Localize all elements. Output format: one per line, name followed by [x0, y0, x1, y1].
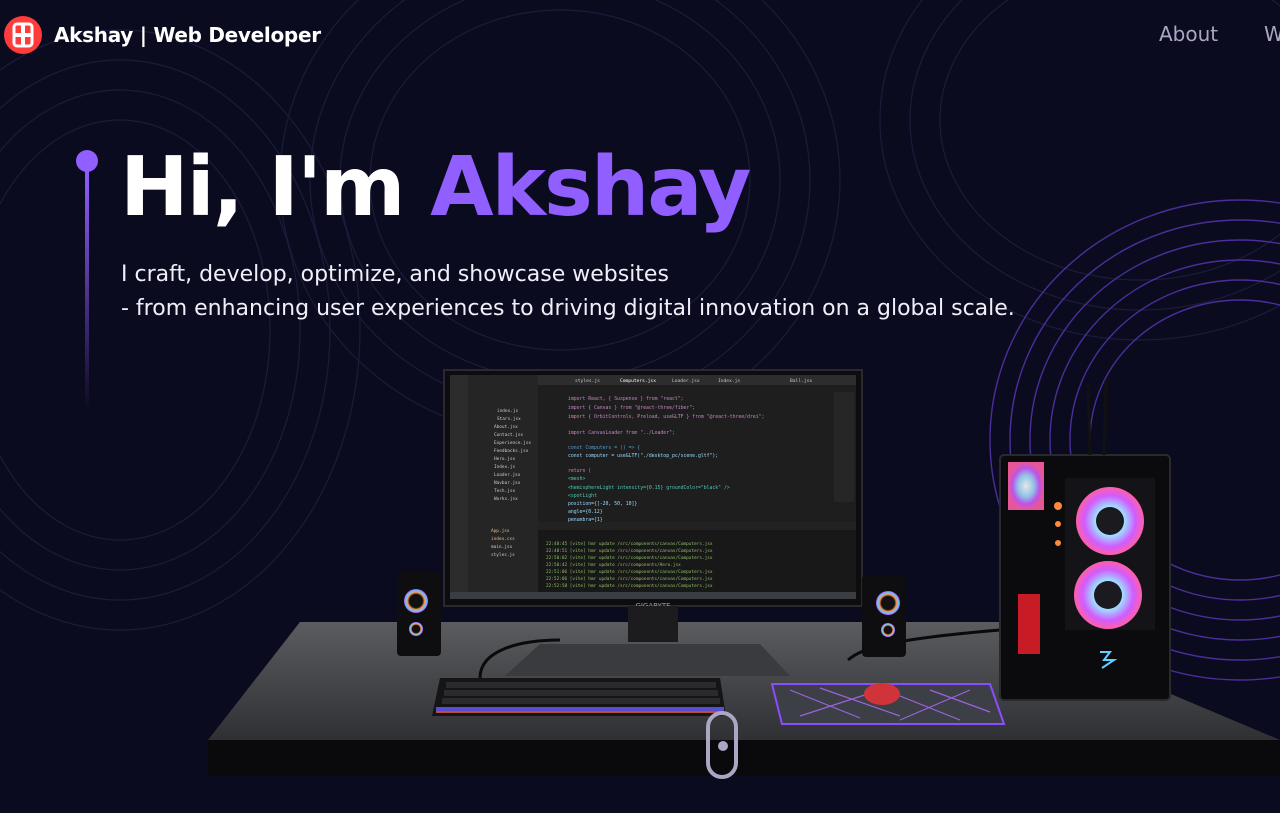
- desk-front-edge: [208, 740, 1280, 776]
- sidebar-file: Contact.jsx: [494, 432, 523, 438]
- scroll-indicator-dot: [718, 741, 728, 751]
- nav-link-work[interactable]: W: [1264, 22, 1280, 46]
- code-line: <hemisphereLight intensity={0.15} ground…: [568, 485, 730, 491]
- hero-subtitle: I craft, develop, optimize, and showcase…: [121, 258, 1015, 326]
- code-line: position={[-20, 50, 10]}: [568, 501, 637, 507]
- editor-tab: Loader.jsx: [672, 378, 700, 384]
- sidebar-file: Tech.jsx: [494, 488, 516, 494]
- code-line: import { OrbitControls, Preload, useGLTF…: [568, 414, 764, 420]
- terminal-line: 22:52:06 [vite] hmr update /src/componen…: [546, 576, 713, 582]
- code-line: const computer = useGLTF("./desktop_pc/s…: [568, 453, 718, 459]
- left-speaker: [397, 572, 441, 656]
- code-line: import CanvasLoader from "../Loader";: [568, 430, 675, 436]
- sidebar-file: main.jsx: [491, 544, 513, 550]
- code-line: return (: [568, 468, 591, 474]
- editor-tab: Computers.jsx: [620, 378, 656, 384]
- sidebar-file: Index.js: [494, 464, 516, 470]
- sidebar-file: index.js: [497, 408, 519, 414]
- hero-title: Hi, I'm Akshay: [120, 140, 752, 235]
- brand-link[interactable]: Akshay | Web Developer: [4, 16, 321, 54]
- brand-name: Akshay | Web Developer: [54, 23, 321, 47]
- logo-icon: [4, 16, 42, 54]
- hero-greeting: Hi, I'm: [120, 140, 405, 235]
- computer-desk-3d-scene[interactable]: GIGABYTE styles.js Computers.jsx Loader.…: [0, 360, 1280, 813]
- code-line: import React, { Suspense } from "react";: [568, 396, 684, 402]
- terminal-line: 22:51:06 [vite] hmr update /src/componen…: [546, 569, 713, 575]
- hero-timeline-dot: [76, 150, 98, 172]
- sidebar-file: styles.js: [491, 552, 515, 558]
- code-line: <spotLight: [568, 493, 597, 499]
- nav-link-about[interactable]: About: [1159, 22, 1218, 46]
- hero-name: Akshay: [430, 140, 751, 235]
- hero-subtitle-line-2: - from enhancing user experiences to dri…: [121, 296, 1015, 321]
- scroll-down-indicator[interactable]: [706, 711, 738, 779]
- keyboard: [432, 678, 726, 716]
- monitor-stand-neck: [628, 606, 678, 642]
- sidebar-file: Hero.jsx: [494, 456, 516, 462]
- code-line: penumbra={1}: [568, 517, 603, 523]
- code-line: import { Canvas } from "@react-three/fib…: [568, 405, 695, 411]
- terminal-line: 22:50:42 [vite] hmr update /src/componen…: [546, 562, 681, 568]
- sidebar-file: Stars.jsx: [497, 416, 521, 422]
- monitor: GIGABYTE styles.js Computers.jsx Loader.…: [443, 369, 863, 610]
- sidebar-file: Experience.jsx: [494, 440, 531, 446]
- editor-tab: Ball.jsx: [790, 378, 812, 384]
- sidebar-file: Loader.jsx: [494, 472, 521, 478]
- monitor-stand-base: [505, 644, 790, 676]
- sidebar-file: Navbar.jsx: [494, 480, 521, 486]
- terminal-line: 22:52:58 [vite] hmr update /src/componen…: [546, 583, 713, 589]
- sidebar-file: About.jsx: [494, 424, 518, 430]
- pc-tower: [999, 379, 1171, 701]
- right-speaker: [862, 575, 906, 657]
- sidebar-file: Works.jsx: [494, 496, 518, 502]
- navbar: Akshay | Web Developer About W: [0, 0, 1280, 70]
- code-line: <mesh>: [568, 476, 585, 482]
- terminal-line: 22:50:02 [vite] hmr update /src/componen…: [546, 555, 713, 561]
- editor-tab: Index.js: [718, 378, 740, 384]
- editor-tab: styles.js: [575, 378, 600, 384]
- code-line: const Computers = () => {: [568, 445, 640, 451]
- mouse: [864, 683, 900, 705]
- terminal-line: 22:48:51 [vite] hmr update /src/componen…: [546, 548, 713, 554]
- hero-subtitle-line-1: I craft, develop, optimize, and showcase…: [121, 262, 669, 287]
- terminal-line: 22:48:45 [vite] hmr update /src/componen…: [546, 541, 713, 547]
- sidebar-file: index.css: [491, 536, 515, 542]
- sidebar-file: Feedbacks.jsx: [494, 448, 529, 454]
- sidebar-file: App.jsx: [491, 528, 510, 534]
- code-line: angle={0.12}: [568, 509, 603, 515]
